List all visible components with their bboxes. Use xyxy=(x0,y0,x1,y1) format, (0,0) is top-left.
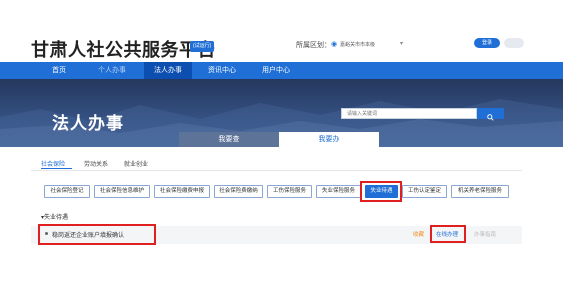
search-box xyxy=(341,108,477,119)
category-social-insurance-info[interactable]: 社会保险信息维护 xyxy=(94,185,150,198)
site-header: 甘肃人社公共服务平台 (试运行) 所属区划： ◉ 嘉峪关市市本级 ▾ 登录 xyxy=(0,0,563,62)
page-title: 法人办事 xyxy=(52,114,124,134)
category-work-injury-service[interactable]: 工伤保险服务 xyxy=(267,185,312,198)
category-fee-payment[interactable]: 社会保险费缴纳 xyxy=(214,185,263,198)
trial-badge: (试运行) xyxy=(190,41,215,52)
login-button[interactable]: 登录 xyxy=(474,38,500,48)
region-selector[interactable]: 嘉峪关市市本级 xyxy=(340,41,375,48)
category-contribution-declaration[interactable]: 社会保险缴费申报 xyxy=(154,185,210,198)
tab-handle[interactable]: 我要办 xyxy=(279,132,379,147)
subtab-labor-relations[interactable]: 劳动关系 xyxy=(84,159,108,168)
section-title[interactable]: ▾失业待遇 xyxy=(41,212,68,221)
search-icon xyxy=(487,114,494,121)
location-pin-icon: ◉ xyxy=(331,41,338,48)
nav-legal-entity[interactable]: 法人办事 xyxy=(144,62,192,79)
category-social-insurance-registration[interactable]: 社会保险登记 xyxy=(44,185,90,198)
region-label: 所属区划： xyxy=(296,42,331,49)
category-institution-pension[interactable]: 机关养老保险服务 xyxy=(451,185,509,198)
favorite-link[interactable]: 收藏 xyxy=(413,230,424,238)
site-title[interactable]: 甘肃人社公共服务平台 xyxy=(31,36,216,62)
nav-personal[interactable]: 个人办事 xyxy=(88,62,136,79)
nav-news[interactable]: 资讯中心 xyxy=(198,62,246,79)
highlight-box xyxy=(38,224,156,245)
search-button[interactable] xyxy=(477,108,504,121)
service-guide-link[interactable]: 办事指南 xyxy=(474,230,496,238)
nav-user-center[interactable]: 用户中心 xyxy=(252,62,300,79)
category-unemployment-service[interactable]: 失业保险服务 xyxy=(316,185,361,198)
subtab-employment[interactable]: 就业创业 xyxy=(124,159,148,168)
subtab-social-insurance[interactable]: 社会保险 xyxy=(41,159,65,168)
nav-home[interactable]: 首页 xyxy=(38,62,80,79)
tab-query[interactable]: 我要查 xyxy=(179,132,279,147)
active-subtab-indicator xyxy=(41,168,72,169)
search-input[interactable] xyxy=(347,109,472,118)
highlight-box xyxy=(430,225,466,243)
user-avatar[interactable] xyxy=(504,38,524,48)
divider xyxy=(31,170,522,171)
highlight-box xyxy=(360,181,402,202)
category-injury-identification[interactable]: 工伤认定鉴定 xyxy=(402,185,447,198)
main-nav: 首页 个人办事 法人办事 资讯中心 用户中心 xyxy=(0,62,563,79)
chevron-down-icon[interactable]: ▾ xyxy=(400,40,403,47)
